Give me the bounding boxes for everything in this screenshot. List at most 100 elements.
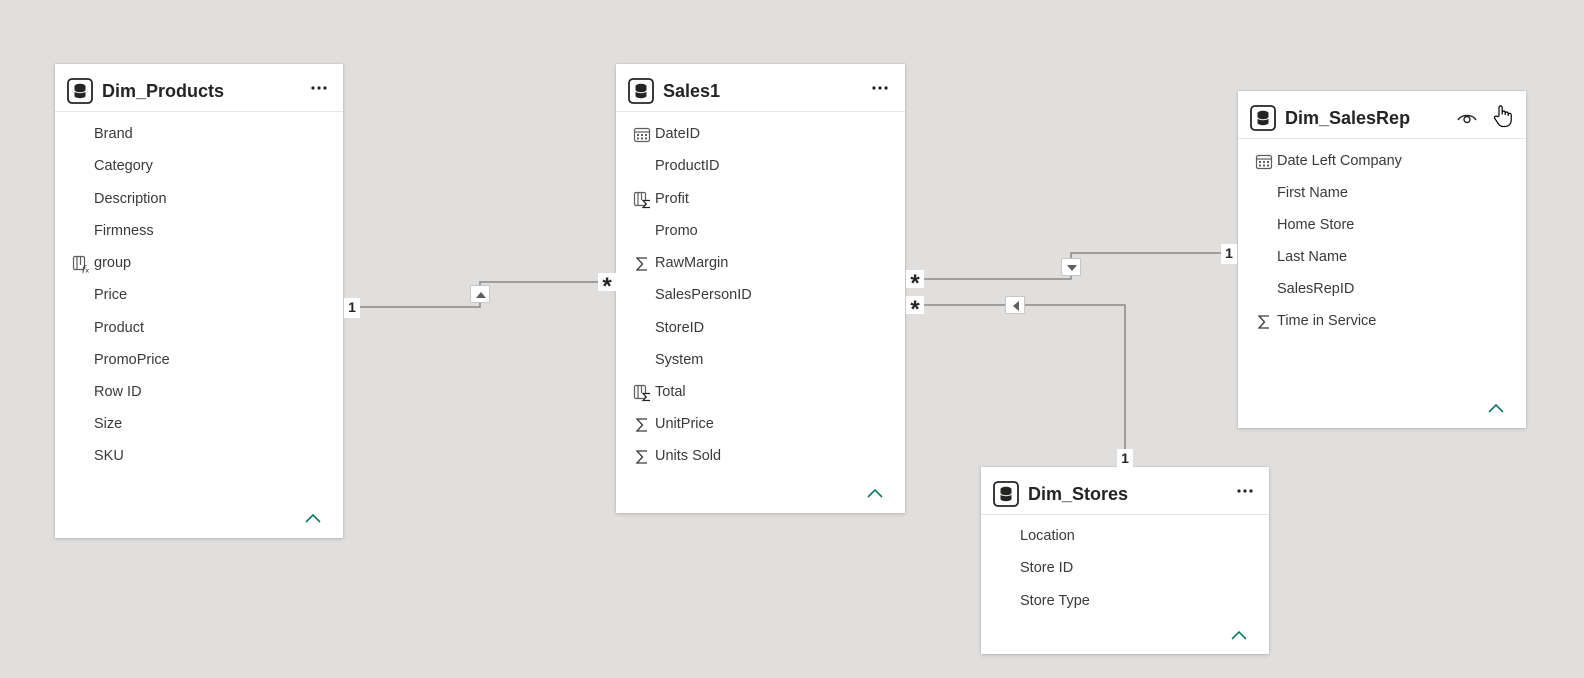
field-row[interactable]: Row ID	[55, 381, 343, 407]
field-label: Price	[94, 287, 128, 303]
field-row[interactable]: Units Sold	[616, 445, 905, 471]
ellipsis-icon[interactable]	[1232, 481, 1258, 501]
table-icon	[67, 78, 93, 104]
field-label: Product	[94, 320, 144, 336]
hand-pointer-icon	[1493, 105, 1512, 128]
table-card-header[interactable]: Dim_Products	[55, 64, 343, 112]
relationship-line-stores-sales	[908, 304, 1126, 464]
field-row[interactable]: DateID	[616, 123, 905, 149]
field-row[interactable]: Profit	[616, 188, 905, 214]
table-card-dim-products[interactable]: Dim_Products Brand Category Description …	[55, 64, 343, 538]
table-title: Sales1	[663, 81, 721, 101]
cardinality-one-label: 1	[1221, 244, 1237, 264]
ellipsis-icon[interactable]	[867, 78, 893, 98]
cardinality-many-label: *	[906, 296, 924, 323]
field-label: Store ID	[1020, 560, 1074, 576]
field-label: DateID	[655, 126, 701, 142]
field-row[interactable]: RawMargin	[616, 252, 905, 278]
field-label: Promo	[655, 223, 698, 239]
field-row[interactable]: SalesRepID	[1238, 278, 1526, 304]
table-icon	[993, 481, 1019, 507]
table-title: Dim_Stores	[1028, 484, 1129, 504]
field-row[interactable]: System	[616, 349, 905, 375]
field-row[interactable]: Time in Service	[1238, 310, 1526, 336]
table-card-dim-stores[interactable]: Dim_Stores Location Store ID Store Type	[981, 467, 1269, 654]
chevron-up-icon[interactable]	[1229, 628, 1249, 642]
field-row[interactable]: SalesPersonID	[616, 284, 905, 310]
chevron-up-icon[interactable]	[303, 511, 323, 525]
field-row[interactable]: Location	[981, 525, 1269, 551]
chevron-up-icon[interactable]	[1486, 401, 1506, 415]
field-row[interactable]: PromoPrice	[55, 349, 343, 375]
field-row[interactable]: Date Left Company	[1238, 150, 1526, 176]
chevron-up-icon[interactable]	[865, 486, 885, 500]
table-card-header[interactable]: Dim_Stores	[981, 467, 1269, 515]
field-row[interactable]: Total	[616, 381, 905, 407]
field-row[interactable]: Brand	[55, 123, 343, 149]
field-label: ProductID	[655, 158, 720, 174]
field-row[interactable]: Size	[55, 413, 343, 439]
field-label: PromoPrice	[94, 352, 170, 368]
sigma-icon	[635, 257, 647, 271]
field-row[interactable]: Description	[55, 188, 343, 214]
field-label: Location	[1020, 528, 1075, 544]
table-title: Dim_Products	[102, 81, 225, 101]
field-label: UnitPrice	[655, 416, 714, 432]
sigma-icon	[635, 450, 647, 464]
field-label: SKU	[94, 448, 124, 464]
field-row[interactable]: Store ID	[981, 557, 1269, 583]
model-canvas[interactable]: Dim_Products Brand Category Description …	[0, 0, 1584, 678]
field-row[interactable]: First Name	[1238, 182, 1526, 208]
field-label: Category	[94, 158, 153, 174]
field-label: Profit	[655, 191, 689, 207]
field-label: RawMargin	[655, 255, 729, 271]
filter-direction-products-sales[interactable]	[470, 285, 490, 303]
table-icon	[628, 78, 654, 104]
field-label: SalesRepID	[1277, 281, 1355, 297]
field-label: Date Left Company	[1277, 153, 1402, 169]
field-row[interactable]: Home Store	[1238, 214, 1526, 240]
ellipsis-icon[interactable]	[306, 78, 332, 98]
field-label: System	[655, 352, 704, 368]
field-label: Firmness	[94, 223, 154, 239]
field-row[interactable]: Last Name	[1238, 246, 1526, 272]
calendar-icon	[1255, 154, 1273, 170]
field-row[interactable]: Promo	[616, 220, 905, 246]
table-card-header[interactable]: Dim_SalesRep	[1238, 91, 1526, 139]
filter-direction-salesrep-sales[interactable]	[1061, 258, 1081, 276]
field-row[interactable]: Price	[55, 284, 343, 310]
field-row[interactable]: StoreID	[616, 317, 905, 343]
field-row[interactable]: Store Type	[981, 590, 1269, 616]
up-arrow-icon	[476, 292, 486, 298]
cardinality-many-label: *	[906, 270, 924, 297]
field-label: Brand	[94, 126, 133, 142]
sigma-icon	[1257, 315, 1269, 329]
filter-direction-stores-sales[interactable]	[1005, 296, 1025, 314]
field-label: StoreID	[655, 320, 705, 336]
table-card-header[interactable]: Sales1	[616, 64, 905, 112]
table-icon	[1250, 105, 1276, 131]
field-row[interactable]: SKU	[55, 445, 343, 471]
field-row[interactable]: Category	[55, 155, 343, 181]
table-card-sales1[interactable]: Sales1 DateID ProductID Profit Promo Raw…	[616, 64, 905, 513]
field-label: group	[94, 255, 132, 271]
field-label: Units Sold	[655, 448, 722, 464]
field-label: SalesPersonID	[655, 287, 752, 303]
measure-icon	[633, 191, 650, 209]
field-label: Time in Service	[1277, 313, 1377, 329]
field-row[interactable]: Firmness	[55, 220, 343, 246]
cardinality-many-label: *	[598, 273, 616, 300]
field-row[interactable]: UnitPrice	[616, 413, 905, 439]
eye-icon[interactable]	[1454, 105, 1480, 131]
table-title: Dim_SalesRep	[1285, 108, 1411, 128]
field-row[interactable]: ProductID	[616, 155, 905, 181]
field-row[interactable]: f x group	[55, 252, 343, 278]
cardinality-one-label: 1	[1117, 449, 1133, 469]
field-label: Home Store	[1277, 217, 1355, 233]
field-row[interactable]: Product	[55, 317, 343, 343]
table-card-dim-salesrep[interactable]: Dim_SalesRep Date Left Company First Nam…	[1238, 91, 1526, 428]
cardinality-one-label: 1	[344, 298, 360, 318]
calendar-icon	[633, 127, 651, 143]
down-arrow-icon	[1067, 265, 1077, 271]
measure-icon	[633, 384, 650, 402]
